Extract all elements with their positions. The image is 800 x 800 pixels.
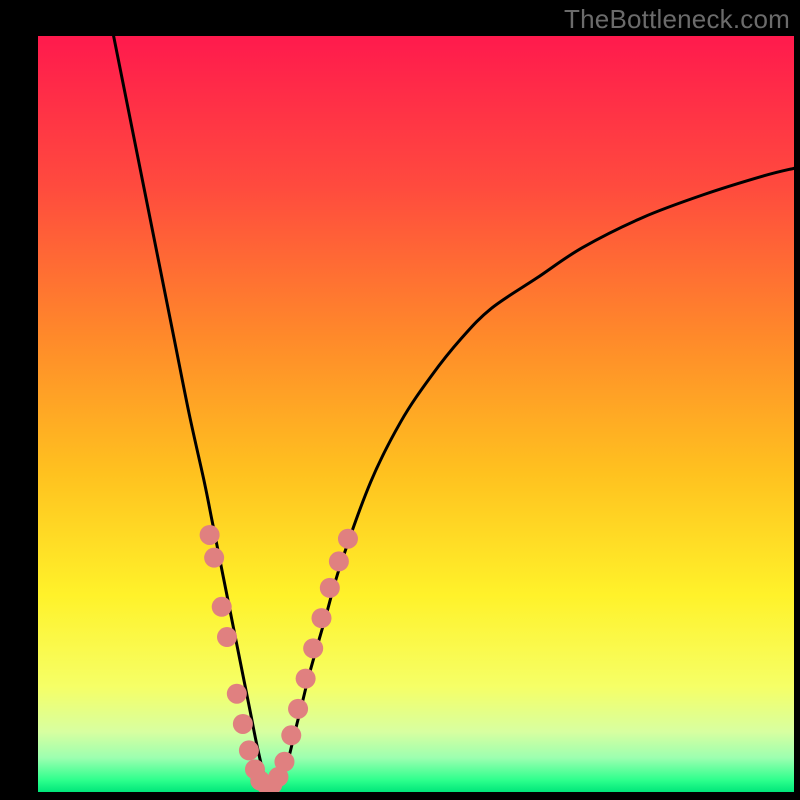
bottleneck-chart <box>0 0 800 800</box>
highlight-dot <box>274 752 294 772</box>
highlight-dot <box>288 699 308 719</box>
highlight-dot <box>200 525 220 545</box>
highlight-dot <box>281 725 301 745</box>
highlight-dot <box>338 529 358 549</box>
highlight-dot <box>233 714 253 734</box>
highlight-dot <box>204 548 224 568</box>
highlight-dot <box>296 669 316 689</box>
highlight-dot <box>212 597 232 617</box>
highlight-dot <box>227 684 247 704</box>
highlight-dot <box>217 627 237 647</box>
highlight-dot <box>303 638 323 658</box>
highlight-dot <box>312 608 332 628</box>
plot-background <box>38 36 794 792</box>
highlight-dot <box>329 551 349 571</box>
highlight-dot <box>239 740 259 760</box>
chart-stage: TheBottleneck.com <box>0 0 800 800</box>
highlight-dot <box>320 578 340 598</box>
